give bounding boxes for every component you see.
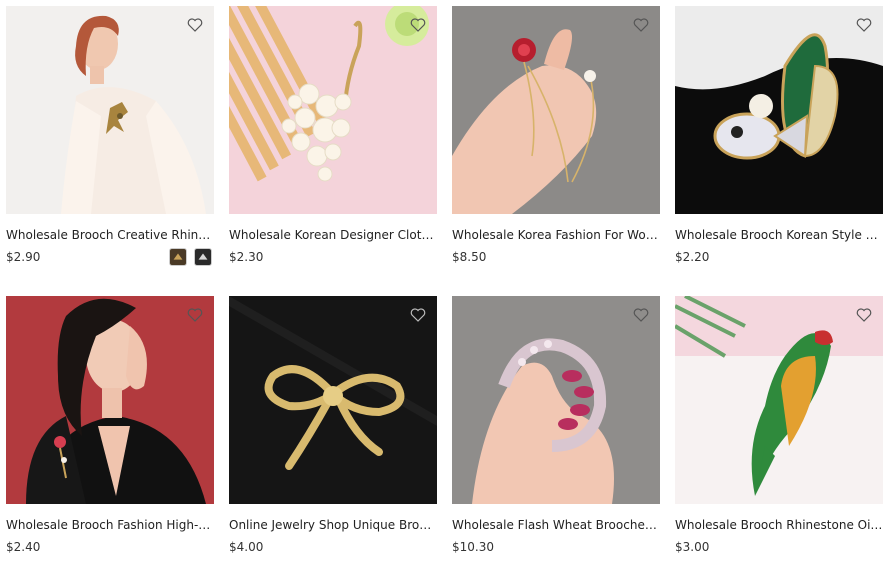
product-image[interactable] (6, 6, 214, 214)
product-price: $10.30 (452, 540, 494, 554)
heart-outline-icon[interactable] (186, 306, 204, 324)
product-title[interactable]: Wholesale Korea Fashion For Wome... (452, 228, 660, 242)
product-card[interactable]: Wholesale Korea Fashion For Wome... $8.5… (452, 6, 660, 274)
product-card[interactable]: Wholesale Brooch Rhinestone Oil D... $3.… (675, 296, 883, 564)
product-price: $8.50 (452, 250, 487, 264)
product-image[interactable] (675, 296, 883, 504)
variant-swatch[interactable] (169, 248, 187, 266)
product-price: $2.20 (675, 250, 710, 264)
product-card[interactable]: Online Jewelry Shop Unique Brooch... $4.… (229, 296, 437, 564)
heart-outline-icon[interactable] (632, 306, 650, 324)
product-card[interactable]: Wholesale Flash Wheat Brooches W... $10.… (452, 296, 660, 564)
product-title[interactable]: Wholesale Brooch Creative Rhinest... (6, 228, 214, 242)
product-price: $3.00 (675, 540, 710, 554)
product-title[interactable]: Wholesale Korean Designer Clothin... (229, 228, 437, 242)
heart-outline-icon[interactable] (409, 16, 427, 34)
product-card[interactable]: Wholesale Brooch Creative Rhinest... $2.… (6, 6, 214, 274)
product-price: $2.40 (6, 540, 41, 554)
product-image[interactable] (675, 6, 883, 214)
heart-outline-icon[interactable] (409, 306, 427, 324)
product-card[interactable]: Wholesale Brooch Korean Style Cry... $2.… (675, 6, 883, 274)
product-card[interactable]: Wholesale Brooch Fashion High-end... $2.… (6, 296, 214, 564)
product-price: $2.30 (229, 250, 264, 264)
product-image[interactable] (229, 6, 437, 214)
product-title[interactable]: Wholesale Brooch Fashion High-end... (6, 518, 214, 532)
heart-outline-icon[interactable] (186, 16, 204, 34)
variant-swatches (169, 248, 212, 266)
product-image[interactable] (452, 6, 660, 214)
product-grid: Wholesale Brooch Creative Rhinest... $2.… (0, 0, 886, 564)
product-title[interactable]: Wholesale Brooch Korean Style Cry... (675, 228, 883, 242)
product-price: $4.00 (229, 540, 264, 554)
heart-outline-icon[interactable] (632, 16, 650, 34)
product-image[interactable] (6, 296, 214, 504)
product-title[interactable]: Wholesale Flash Wheat Brooches W... (452, 518, 660, 532)
product-price: $2.90 (6, 250, 41, 264)
product-card[interactable]: Wholesale Korean Designer Clothin... $2.… (229, 6, 437, 274)
product-image[interactable] (229, 296, 437, 504)
product-title[interactable]: Online Jewelry Shop Unique Brooch... (229, 518, 437, 532)
heart-outline-icon[interactable] (855, 306, 873, 324)
variant-swatch[interactable] (194, 248, 212, 266)
heart-outline-icon[interactable] (855, 16, 873, 34)
product-image[interactable] (452, 296, 660, 504)
product-title[interactable]: Wholesale Brooch Rhinestone Oil D... (675, 518, 883, 532)
